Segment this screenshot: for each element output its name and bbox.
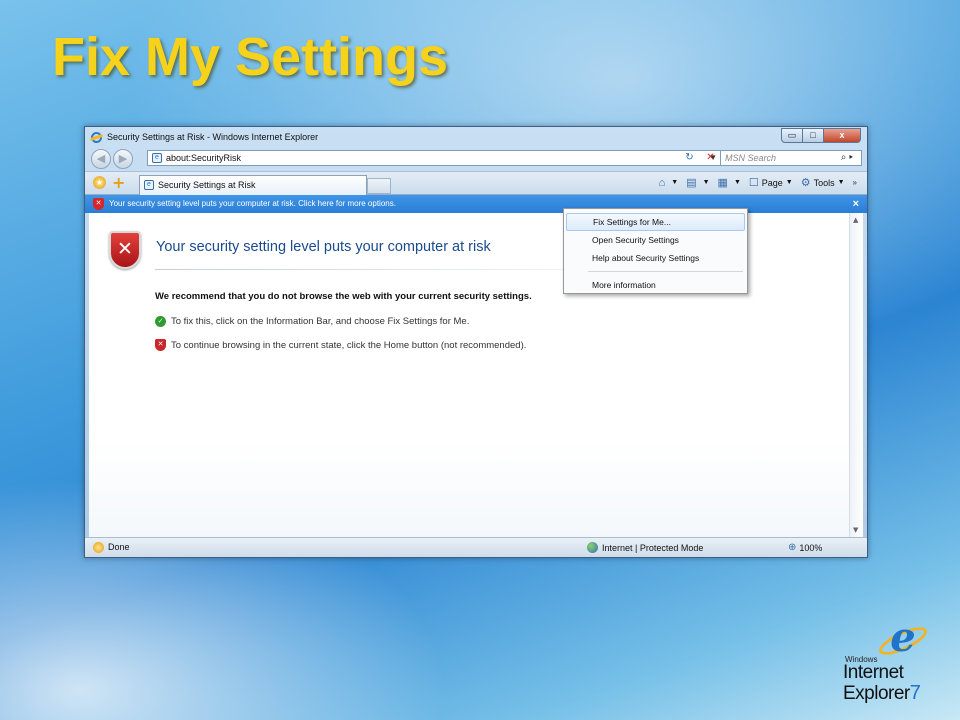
- tools-menu-label: Tools: [813, 177, 835, 188]
- favorites-star-icon[interactable]: ★: [93, 176, 106, 189]
- page-icon: e: [152, 153, 162, 163]
- title-bar: Security Settings at Risk - Windows Inte…: [85, 127, 867, 147]
- continue-instruction: ✕ To continue browsing in the current st…: [155, 339, 526, 351]
- print-button[interactable]: ▦ ▼: [718, 176, 741, 189]
- zone-text: Internet | Protected Mode: [602, 542, 704, 553]
- recommendation-text: We recommend that you do not browse the …: [155, 291, 532, 302]
- zoom-level: 100%: [799, 542, 823, 553]
- brand-version: 7: [909, 682, 921, 704]
- globe-icon: [587, 542, 598, 553]
- heading-divider: [155, 269, 585, 270]
- gear-icon: ⚙: [800, 177, 811, 189]
- forward-button[interactable]: ▶: [113, 149, 133, 169]
- menu-item-help-security-settings[interactable]: Help about Security Settings: [566, 249, 745, 267]
- ie7-logo: e Windows Internet Explorer7: [843, 618, 955, 713]
- search-input[interactable]: MSN Search ⌕ ▸: [720, 150, 862, 166]
- feeds-icon: ▤: [686, 177, 697, 189]
- command-bar: ⌂ ▼ ▤ ▼ ▦ ▼ ☐ Page ▼ ⚙ Tools ▼ »: [651, 176, 857, 190]
- fix-instruction: ✓ To fix this, click on the Information …: [155, 316, 469, 327]
- add-favorites-icon[interactable]: +: [112, 173, 125, 192]
- browser-window: Security Settings at Risk - Windows Inte…: [84, 126, 868, 558]
- infobar-text: Your security setting level puts your co…: [109, 199, 396, 208]
- continue-instruction-text: To continue browsing in the current stat…: [171, 339, 527, 351]
- home-button[interactable]: ⌂ ▼: [659, 177, 679, 189]
- home-icon: ⌂: [658, 176, 666, 189]
- check-shield-icon: ✓: [155, 316, 166, 327]
- vertical-scrollbar[interactable]: ▲ ▼: [849, 213, 863, 537]
- fix-instruction-text: To fix this, click on the Information Ba…: [171, 316, 470, 327]
- page-menu-button[interactable]: ☐ Page ▼: [749, 176, 793, 189]
- status-text: Done: [108, 542, 130, 552]
- window-title: Security Settings at Risk - Windows Inte…: [107, 132, 319, 142]
- page-menu-label: Page: [761, 177, 783, 188]
- address-bar: ◀ ▶ e about:SecurityRisk ▼ ↻ ✕ MSN Searc…: [85, 147, 867, 171]
- infobar-context-menu: Fix Settings for Me... Open Security Set…: [563, 208, 748, 294]
- brand-internet-text: Internet: [843, 662, 904, 683]
- brand-explorer-line: Explorer7: [843, 682, 921, 705]
- page-dropdown-icon: ▼: [785, 179, 793, 186]
- feeds-button[interactable]: ▤ ▼: [686, 176, 709, 189]
- close-button[interactable]: x: [823, 128, 861, 143]
- maximize-button[interactable]: □: [802, 128, 824, 143]
- print-icon: ▦: [717, 177, 728, 189]
- tab-bar: ★ + e Security Settings at Risk ⌂ ▼ ▤ ▼ ▦ ▼…: [85, 171, 867, 195]
- status-bar: Done Internet | Protected Mode ⊕ 100%: [85, 537, 867, 557]
- refresh-icon[interactable]: ↻: [681, 150, 698, 166]
- address-value: about:SecurityRisk: [166, 153, 242, 163]
- print-dropdown-icon: ▼: [733, 179, 741, 186]
- x-shield-icon: ✕: [155, 339, 166, 351]
- zoom-icon: ⊕: [788, 542, 797, 553]
- menu-item-fix-settings[interactable]: Fix Settings for Me...: [566, 213, 745, 231]
- ie-icon: [91, 131, 102, 143]
- information-bar[interactable]: ✕ Your security setting level puts your …: [85, 195, 867, 213]
- ie-logo-icon: e: [890, 614, 916, 661]
- home-dropdown-icon: ▼: [671, 179, 679, 186]
- tab-label: Security Settings at Risk: [158, 180, 256, 190]
- menu-separator: [588, 271, 743, 272]
- chevron-more-icon[interactable]: »: [853, 178, 857, 187]
- back-button[interactable]: ◀: [91, 149, 111, 169]
- stop-icon[interactable]: ✕: [702, 150, 719, 166]
- menu-item-open-security-settings[interactable]: Open Security Settings: [566, 231, 745, 249]
- tools-dropdown-icon: ▼: [837, 179, 845, 186]
- feeds-dropdown-icon: ▼: [702, 179, 710, 186]
- brand-explorer-text: Explorer: [843, 683, 910, 704]
- search-icon[interactable]: ⌕ ▸: [841, 151, 853, 165]
- zoom-control[interactable]: ⊕ 100%: [788, 542, 822, 553]
- caption-buttons: ▭ □ x: [781, 128, 861, 143]
- infobar-close-icon[interactable]: ×: [853, 195, 859, 213]
- menu-item-more-information[interactable]: More information: [566, 276, 745, 294]
- tools-menu-button[interactable]: ⚙ Tools ▼: [801, 176, 845, 189]
- scroll-up-icon[interactable]: ▲: [853, 216, 858, 224]
- shield-warning-icon: ✕: [93, 198, 104, 210]
- tab-security-settings[interactable]: e Security Settings at Risk: [139, 175, 367, 195]
- slide-title: Fix My Settings: [52, 27, 449, 87]
- page-menu-icon: ☐: [748, 177, 759, 189]
- status-page-icon: [93, 542, 104, 553]
- tab-page-icon: e: [144, 180, 154, 190]
- address-input[interactable]: e about:SecurityRisk ▼: [147, 150, 722, 166]
- security-zone[interactable]: Internet | Protected Mode: [587, 542, 703, 553]
- new-tab-button[interactable]: [367, 178, 391, 194]
- minimize-button[interactable]: ▭: [781, 128, 803, 143]
- page-heading: Your security setting level puts your co…: [156, 239, 491, 255]
- security-shield-icon: ✕: [109, 231, 141, 269]
- search-placeholder: MSN Search: [725, 153, 777, 163]
- scroll-down-icon[interactable]: ▼: [853, 526, 858, 534]
- nav-tools: ↻ ✕: [677, 150, 719, 166]
